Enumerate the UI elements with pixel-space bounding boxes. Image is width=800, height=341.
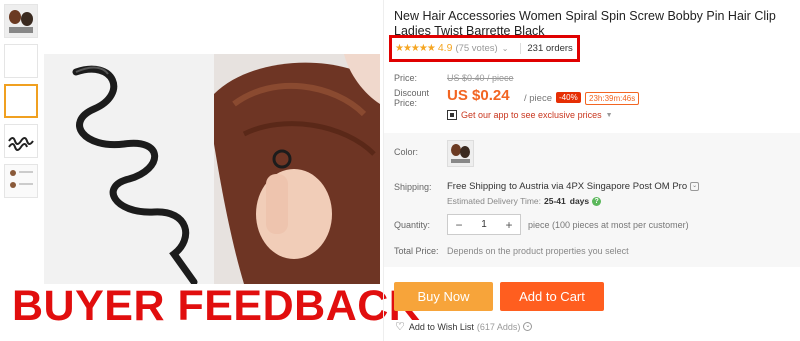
rating-separator (520, 42, 522, 54)
discount-price: US $0.24 (447, 87, 510, 104)
rating-row: ★★★★★ 4.9 (75 votes) ⌄ 231 orders (395, 42, 573, 54)
color-swatch-selected[interactable] (447, 140, 474, 167)
wishlist-link[interactable]: ♡ Add to Wish List (617 Adds) ⌄ (395, 320, 533, 333)
shipping-info[interactable]: Free Shipping to Austria via 4PX Singapo… (447, 181, 700, 192)
rating-votes[interactable]: (75 votes) (455, 43, 497, 54)
app-promo-text: Get our app to see exclusive prices (461, 110, 602, 120)
quantity-note: piece (100 pieces at most per customer) (528, 220, 689, 230)
price-unit: / piece (524, 93, 552, 104)
color-label: Color: (394, 147, 419, 157)
countdown-timer: 23h:39m:46s (585, 92, 640, 105)
delivery-unit: days (569, 196, 590, 206)
total-price-text: Depends on the product properties you se… (447, 246, 629, 256)
shipping-label: Shipping: (394, 182, 432, 192)
wishlist-label: Add to Wish List (408, 321, 474, 332)
rating-score[interactable]: 4.9 (438, 42, 453, 54)
qr-code-icon (447, 110, 457, 120)
delivery-label: Estimated Delivery Time: (447, 196, 541, 206)
quantity-label: Quantity: (394, 220, 431, 230)
quantity-stepper: − 1 + (447, 214, 521, 235)
product-page: BUYER FEEDBACK New Hair Accessories Wome… (0, 0, 800, 341)
delivery-value: 25-41 (544, 196, 566, 206)
original-price: US $0.40 / piece (447, 73, 514, 83)
chevron-down-icon[interactable]: ⌄ (523, 322, 533, 331)
quantity-input[interactable]: 1 (481, 219, 487, 230)
price-label: Price: (394, 73, 418, 83)
quantity-increment-button[interactable]: + (503, 218, 515, 232)
delivery-estimate: Estimated Delivery Time: 25-41 days ? (447, 196, 602, 206)
thumbnail-4[interactable] (4, 124, 38, 158)
main-product-image[interactable] (44, 54, 380, 284)
caret-down-icon: ▼ (605, 111, 613, 119)
orders-count: 231 orders (527, 42, 573, 54)
discount-badge: -40% (556, 92, 581, 103)
total-price-label: Total Price: (394, 246, 439, 256)
thumbnail-2[interactable] (4, 44, 38, 78)
add-to-cart-button[interactable]: Add to Cart (500, 282, 604, 311)
thumbnail-1[interactable] (4, 4, 38, 38)
star-rating-icon: ★★★★★ (395, 42, 436, 54)
shipping-free: Free Shipping (447, 181, 507, 192)
wishlist-count: (617 Adds) (476, 321, 521, 332)
app-promo-link[interactable]: Get our app to see exclusive prices ▼ (447, 110, 613, 120)
discount-price-label: Discount Price: (394, 88, 430, 108)
chevron-down-icon[interactable]: ⌄ (502, 44, 509, 53)
thumbnail-5[interactable] (4, 164, 38, 198)
quantity-decrement-button[interactable]: − (453, 218, 465, 232)
thumbnail-list (4, 4, 40, 204)
heart-icon: ♡ (395, 321, 405, 333)
buy-now-button[interactable]: Buy Now (394, 282, 493, 311)
thumbnail-3-selected[interactable] (4, 84, 38, 118)
help-icon[interactable]: ? (592, 196, 602, 206)
buyer-feedback-watermark: BUYER FEEDBACK (12, 282, 421, 330)
shipping-destination: to Austria via 4PX Singapore Post OM Pro (509, 181, 688, 192)
chevron-down-icon[interactable]: ⌄ (690, 182, 700, 191)
